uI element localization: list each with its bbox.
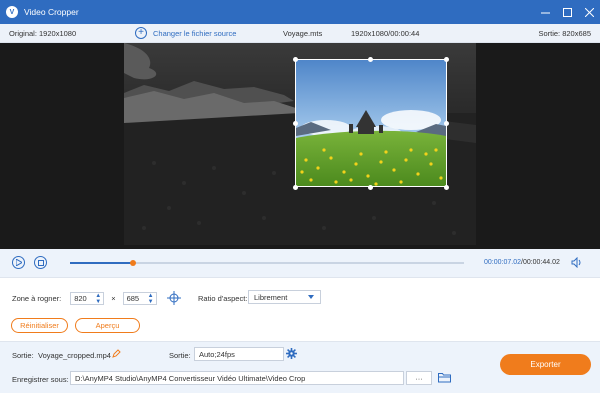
minimize-icon[interactable] — [534, 0, 556, 24]
timeline-knob[interactable] — [130, 260, 137, 266]
maximize-icon[interactable] — [556, 0, 578, 24]
info-bar: Original: 1920x1080 + Changer le fichier… — [0, 24, 600, 43]
timeline-progress — [70, 262, 134, 264]
aspect-ratio-value: Librement — [254, 292, 288, 302]
height-stepper-icon[interactable]: ▲ ▼ — [148, 293, 154, 305]
crop-selection-box[interactable] — [295, 59, 447, 187]
save-path-field[interactable]: D:\AnyMP4 Studio\AnyMP4 Convertisseur Vi… — [70, 371, 404, 385]
gear-icon[interactable] — [286, 348, 297, 361]
title-bar: V Video Cropper — [0, 0, 600, 24]
browse-button[interactable]: ··· — [406, 371, 432, 385]
crop-handle-bottom-left[interactable] — [293, 185, 298, 190]
playback-bar: 00:00:07.02/00:00:44.02 — [0, 249, 600, 278]
save-location-label: Enregistrer sous: — [12, 375, 69, 384]
more-options-icon: ··· — [415, 373, 423, 383]
window-title: Video Cropper — [24, 7, 79, 17]
current-time: 00:00:07.02 — [484, 259, 521, 266]
output-resolution: Sortie: 820x685 — [538, 29, 591, 38]
total-time: 00:00:44.02 — [522, 259, 560, 266]
crop-handle-left[interactable] — [293, 121, 298, 126]
times-sign: × — [111, 294, 116, 303]
crop-zone-label: Zone à rogner: — [12, 294, 62, 303]
source-resolution-duration: 1920x1080/00:00:44 — [351, 29, 420, 38]
change-source-label: Changer le fichier source — [153, 28, 237, 38]
original-resolution: Original: 1920x1080 — [9, 29, 77, 38]
time-display: 00:00:07.02/00:00:44.02 — [484, 259, 560, 266]
folder-icon[interactable] — [438, 372, 451, 385]
output-format-label: Sortie: — [169, 351, 191, 360]
crop-width-input[interactable]: 820 ▲ ▼ — [70, 292, 105, 305]
aspect-ratio-label: Ratio d'aspect: — [198, 294, 248, 303]
crop-handle-bottom[interactable] — [368, 185, 373, 190]
crop-handle-top-left[interactable] — [293, 57, 298, 62]
output-format-field[interactable]: Auto;24fps — [194, 347, 284, 361]
export-button[interactable]: Exporter — [500, 354, 591, 375]
crop-handle-bottom-right[interactable] — [444, 185, 449, 190]
timeline-slider[interactable] — [70, 260, 464, 266]
output-format-value: Auto;24fps — [199, 349, 235, 359]
edit-name-icon[interactable] — [112, 349, 121, 360]
aspect-ratio-select[interactable]: Librement — [248, 290, 321, 304]
crop-handle-right[interactable] — [444, 121, 449, 126]
reset-button[interactable]: Réinitialiser — [11, 318, 68, 333]
close-icon[interactable] — [578, 0, 600, 24]
chevron-down-icon — [308, 295, 314, 299]
crop-handle-top-right[interactable] — [444, 57, 449, 62]
change-source-button[interactable]: + Changer le fichier source — [135, 27, 236, 39]
video-preview-area — [0, 43, 600, 249]
source-file-name: Voyage.mts — [283, 29, 323, 38]
crop-width-value: 820 — [74, 294, 87, 303]
output-name-label: Sortie: — [12, 351, 34, 360]
crop-height-value: 685 — [126, 294, 140, 303]
preview-button[interactable]: Aperçu — [75, 318, 140, 333]
crop-zone-row: Zone à rogner: 820 ▲ ▼ × 685 ▲ ▼ — [12, 290, 181, 307]
save-path-value: D:\AnyMP4 Studio\AnyMP4 Convertisseur Vi… — [75, 373, 306, 383]
volume-icon[interactable] — [571, 256, 582, 271]
width-stepper-icon[interactable]: ▲ ▼ — [95, 293, 101, 305]
stop-button[interactable] — [34, 256, 47, 269]
crop-handle-top[interactable] — [368, 57, 373, 62]
play-button[interactable] — [12, 256, 25, 269]
center-crop-icon[interactable] — [166, 290, 181, 307]
plus-icon: + — [135, 27, 147, 39]
output-file-name: Voyage_cropped.mp4 — [38, 351, 111, 360]
crop-height-input[interactable]: 685 ▲ ▼ — [122, 292, 157, 305]
app-logo-icon: V — [6, 6, 18, 18]
